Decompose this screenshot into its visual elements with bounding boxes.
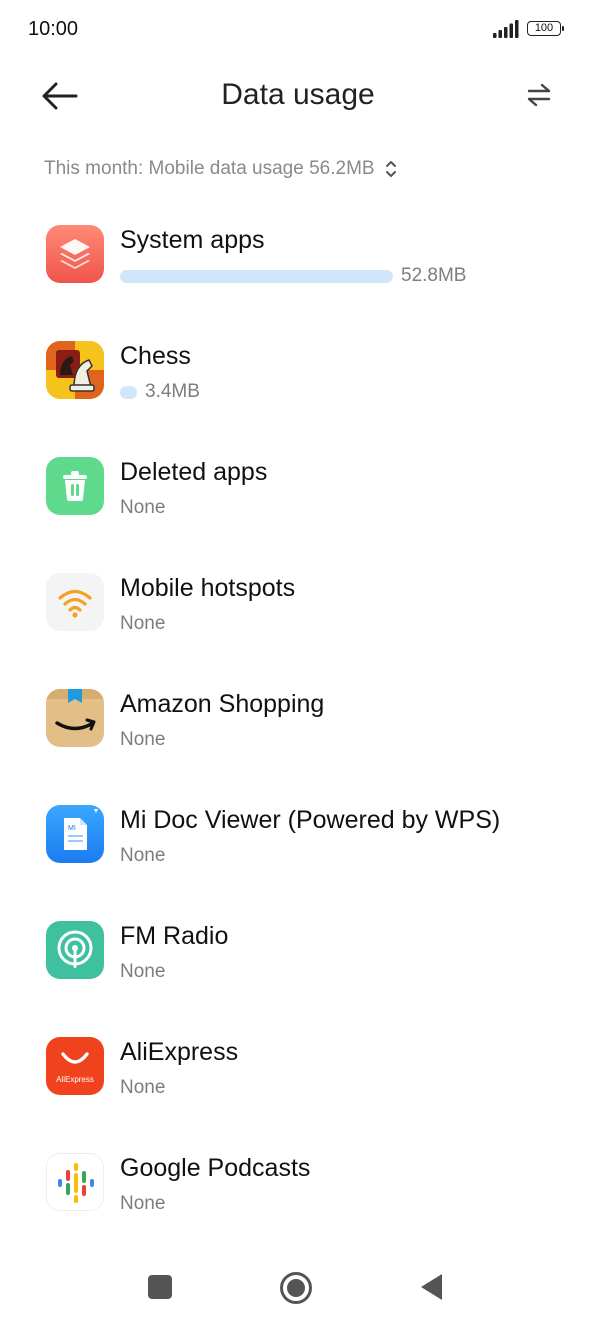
app-usage: None	[120, 844, 165, 868]
list-item-mobile-hotspots[interactable]: Mobile hotspots None	[0, 544, 596, 660]
app-name: FM Radio	[120, 922, 229, 950]
list-item-mi-doc-viewer[interactable]: MI Mi Doc Viewer (Powered by WPS) None	[0, 776, 596, 892]
usage-value: None	[120, 845, 166, 866]
app-usage: None	[120, 1076, 165, 1100]
app-usage: 3.4MB	[120, 380, 200, 404]
app-name: AliExpress	[120, 1038, 239, 1066]
list-item-chess[interactable]: Chess 3.4MB	[0, 312, 596, 428]
usage-value: None	[120, 961, 166, 982]
battery-icon: 100	[527, 21, 564, 36]
usage-value: None	[120, 1193, 166, 1214]
chess-icon	[46, 341, 104, 399]
list-item-amazon-shopping[interactable]: Amazon Shopping None	[0, 660, 596, 776]
list-item-deleted-apps[interactable]: Deleted apps None	[0, 428, 596, 544]
doc-mark: MI	[68, 825, 76, 832]
recents-button[interactable]	[148, 1275, 172, 1299]
app-usage: 52.8MB	[120, 264, 466, 288]
usage-value: None	[120, 497, 166, 518]
app-usage-list: System apps 52.8MB Chess 3.4MB Deleted a…	[0, 196, 596, 1240]
list-item-fm-radio[interactable]: FM Radio None	[0, 892, 596, 1008]
aliexpress-logo-text: AliExpress	[56, 1075, 94, 1084]
circle-icon	[280, 1272, 312, 1304]
list-item-system-apps[interactable]: System apps 52.8MB	[0, 196, 596, 312]
doc-viewer-icon: MI	[46, 805, 104, 863]
switch-sim-button[interactable]	[522, 80, 556, 110]
app-name: Chess	[120, 342, 191, 370]
period-selector[interactable]: This month: Mobile data usage 56.2MB	[44, 156, 397, 182]
app-name: Deleted apps	[120, 458, 268, 486]
system-apps-icon	[46, 225, 104, 283]
usage-value: None	[120, 729, 166, 750]
navigation-bar	[0, 1250, 596, 1326]
app-name: Google Podcasts	[120, 1154, 311, 1182]
back-nav-button[interactable]	[420, 1273, 444, 1301]
swap-arrows-icon	[527, 83, 551, 107]
radio-icon	[46, 921, 104, 979]
app-usage: None	[120, 960, 165, 984]
usage-value: 3.4MB	[145, 381, 200, 402]
app-usage: None	[120, 1192, 165, 1216]
status-bar: 10:00 100	[0, 0, 596, 60]
list-item-aliexpress[interactable]: AliExpress AliExpress None	[0, 1008, 596, 1124]
list-item-google-podcasts[interactable]: Google Podcasts None	[0, 1124, 596, 1240]
app-usage: None	[120, 612, 165, 636]
app-name: System apps	[120, 226, 265, 254]
app-usage: None	[120, 496, 165, 520]
usage-value: 52.8MB	[401, 265, 467, 286]
page-title: Data usage	[221, 78, 375, 111]
signal-icon	[493, 20, 519, 38]
usage-bar	[120, 385, 137, 399]
app-name: Amazon Shopping	[120, 690, 325, 718]
header: Data usage	[0, 60, 596, 130]
status-time: 10:00	[28, 18, 79, 40]
app-name: Mi Doc Viewer (Powered by WPS)	[120, 806, 501, 834]
podcasts-icon	[46, 1153, 104, 1211]
usage-bar	[120, 269, 393, 283]
wifi-hotspot-icon	[46, 573, 104, 631]
square-icon	[148, 1275, 172, 1299]
usage-value: None	[120, 613, 166, 634]
home-button[interactable]	[279, 1271, 313, 1305]
chevron-up-down-icon	[385, 161, 396, 177]
app-usage: None	[120, 728, 165, 752]
trash-icon	[46, 457, 104, 515]
usage-value: None	[120, 1077, 166, 1098]
amazon-icon	[46, 689, 104, 747]
period-label: This month: Mobile data usage 56.2MB	[44, 158, 375, 179]
aliexpress-icon: AliExpress	[46, 1037, 104, 1095]
triangle-back-icon	[421, 1274, 442, 1300]
app-name: Mobile hotspots	[120, 574, 296, 602]
